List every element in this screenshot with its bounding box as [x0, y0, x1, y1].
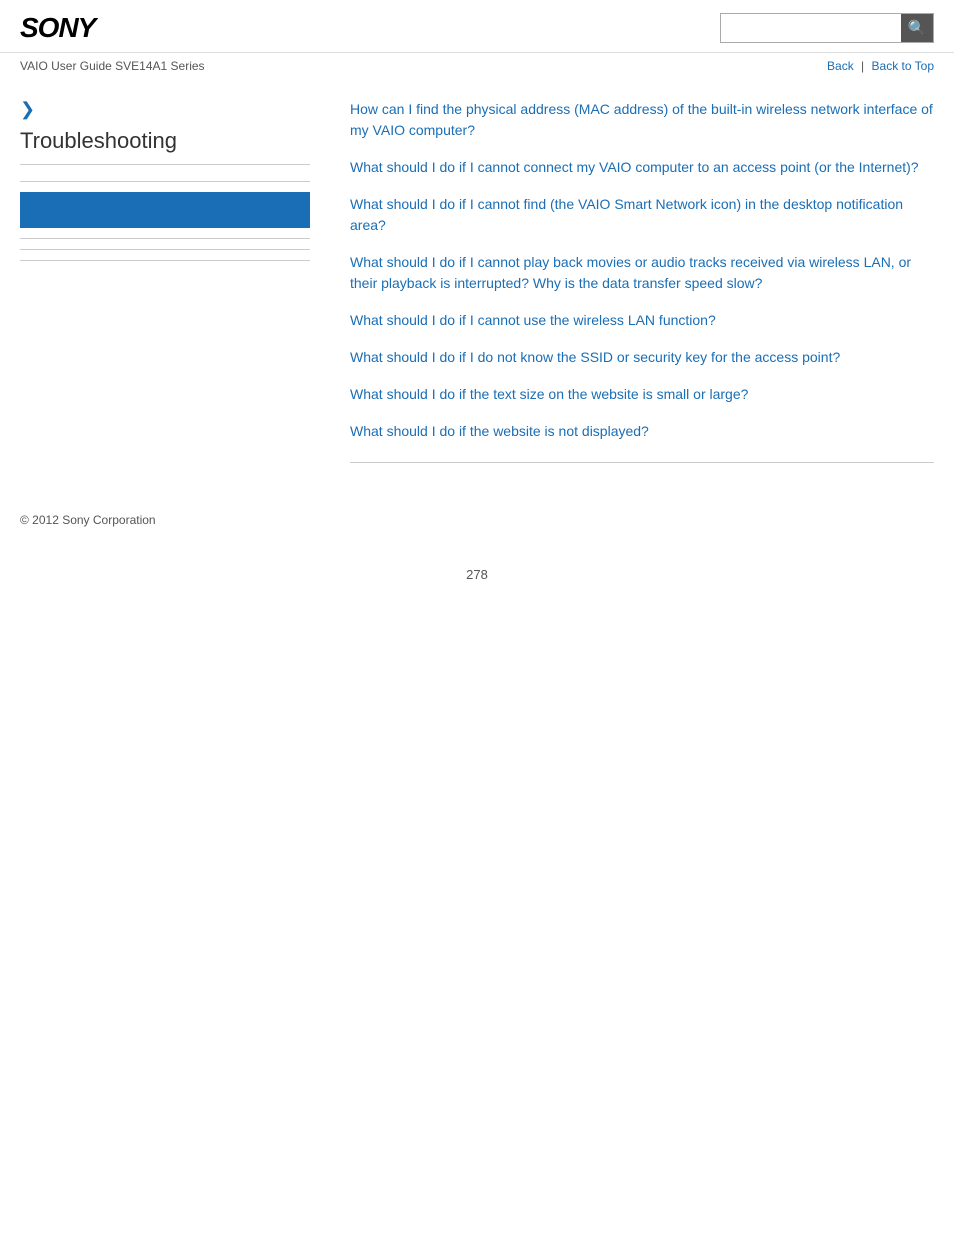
sub-header: VAIO User Guide SVE14A1 Series Back | Ba…: [0, 53, 954, 79]
content-bottom-divider: [350, 462, 934, 463]
list-item: What should I do if I cannot find (the V…: [350, 194, 934, 236]
search-bar: 🔍: [720, 13, 934, 43]
content-link-4[interactable]: What should I do if I cannot use the wir…: [350, 312, 716, 328]
list-item: What should I do if I cannot connect my …: [350, 157, 934, 178]
sidebar-title: Troubleshooting: [20, 128, 310, 165]
list-item: What should I do if I do not know the SS…: [350, 347, 934, 368]
page-number: 278: [0, 547, 954, 602]
sidebar-divider-3: [20, 249, 310, 250]
list-item: What should I do if I cannot play back m…: [350, 252, 934, 294]
search-icon: 🔍: [908, 19, 927, 37]
sony-logo: SONY: [20, 12, 95, 44]
search-button[interactable]: 🔍: [901, 14, 933, 42]
nav-links: Back | Back to Top: [827, 59, 934, 73]
sidebar-divider-1: [20, 181, 310, 182]
sidebar: ❯ Troubleshooting: [20, 99, 330, 463]
content-link-6[interactable]: What should I do if the text size on the…: [350, 386, 748, 402]
sidebar-divider-4: [20, 260, 310, 261]
content-links: How can I find the physical address (MAC…: [350, 99, 934, 442]
copyright-text: © 2012 Sony Corporation: [20, 513, 156, 527]
nav-separator: |: [861, 59, 864, 73]
back-link[interactable]: Back: [827, 59, 854, 73]
list-item: What should I do if I cannot use the wir…: [350, 310, 934, 331]
sidebar-active-item[interactable]: [20, 192, 310, 228]
content-area: How can I find the physical address (MAC…: [330, 99, 934, 463]
content-link-5[interactable]: What should I do if I do not know the SS…: [350, 349, 840, 365]
list-item: How can I find the physical address (MAC…: [350, 99, 934, 141]
back-to-top-link[interactable]: Back to Top: [872, 59, 934, 73]
search-input[interactable]: [721, 14, 901, 42]
content-link-7[interactable]: What should I do if the website is not d…: [350, 423, 649, 439]
header: SONY 🔍: [0, 0, 954, 53]
content-link-2[interactable]: What should I do if I cannot find (the V…: [350, 196, 903, 233]
sidebar-divider-2: [20, 238, 310, 239]
content-link-3[interactable]: What should I do if I cannot play back m…: [350, 254, 911, 291]
content-link-1[interactable]: What should I do if I cannot connect my …: [350, 159, 919, 175]
list-item: What should I do if the website is not d…: [350, 421, 934, 442]
list-item: What should I do if the text size on the…: [350, 384, 934, 405]
expand-chevron-icon[interactable]: ❯: [20, 99, 310, 120]
footer: © 2012 Sony Corporation: [0, 483, 954, 547]
guide-title: VAIO User Guide SVE14A1 Series: [20, 59, 205, 73]
main-container: ❯ Troubleshooting How can I find the phy…: [0, 79, 954, 483]
content-link-0[interactable]: How can I find the physical address (MAC…: [350, 101, 933, 138]
